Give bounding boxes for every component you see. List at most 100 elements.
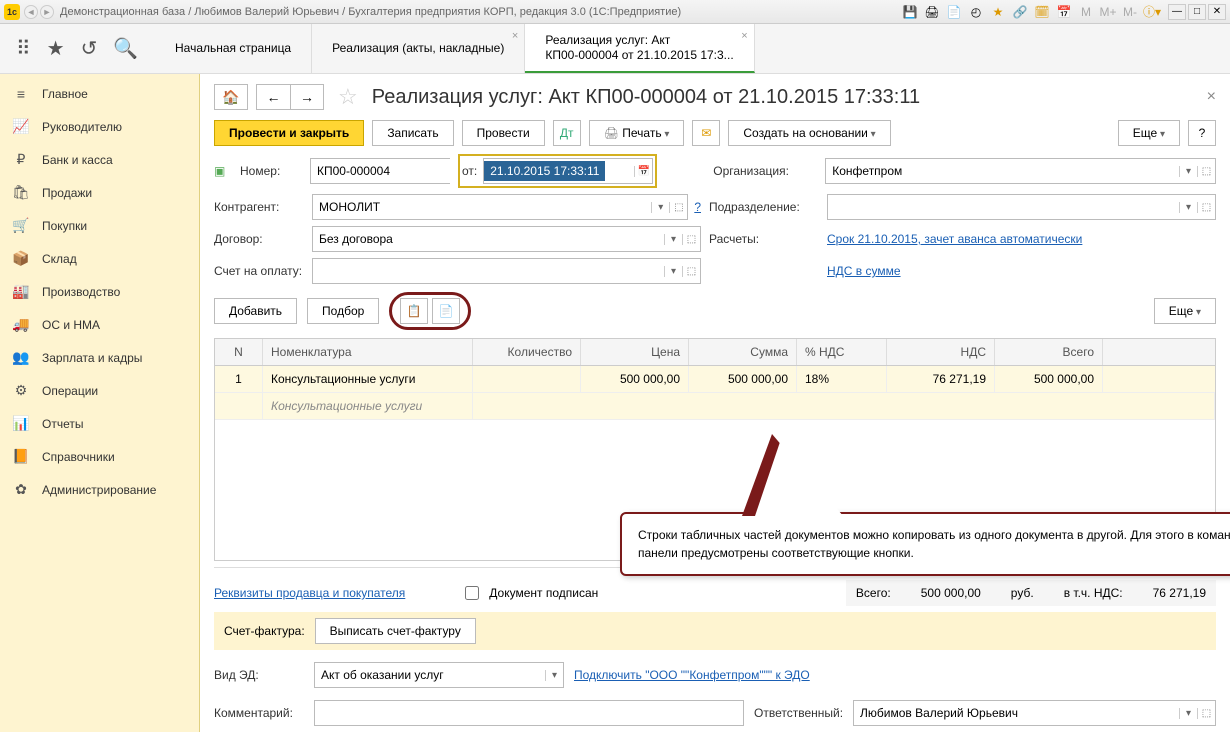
m-plus-icon[interactable]: M+ <box>1100 4 1116 20</box>
link-icon[interactable]: 🔗 <box>1012 4 1028 20</box>
tab-realization[interactable]: Реализация (акты, накладные) × <box>312 24 525 73</box>
edo-connect-link[interactable]: Подключить "ООО ""Конфетпром""" к ЭДО <box>574 668 810 682</box>
col-qty[interactable]: Количество <box>473 339 581 365</box>
invoice-field[interactable]: ▾⬚ <box>312 258 701 284</box>
subdivision-label: Подразделение: <box>709 200 819 214</box>
table-row-sub[interactable]: Консультационные услуги <box>215 393 1215 420</box>
content-area: 🏠 ← → ☆ Реализация услуг: Акт КП00-00000… <box>200 74 1230 732</box>
post-close-button[interactable]: Провести и закрыть <box>214 120 364 146</box>
write-button[interactable]: Записать <box>372 120 453 146</box>
history-icon[interactable]: ↺ <box>81 36 98 61</box>
tab-active-doc[interactable]: Реализация услуг: Акт КП00-000004 от 21.… <box>525 24 754 73</box>
mail-icon[interactable]: ✉ <box>692 120 720 146</box>
compare-icon[interactable]: ◴ <box>968 4 984 20</box>
create-based-button[interactable]: Создать на основании <box>728 120 890 146</box>
sidebar-item-10[interactable]: 📊Отчеты <box>0 407 199 440</box>
sidebar-label: Склад <box>42 252 77 266</box>
signed-checkbox[interactable] <box>465 586 479 600</box>
window-title: Демонстрационная база / Любимов Валерий … <box>60 6 902 18</box>
contragent-field[interactable]: ▾⬚ <box>312 194 688 220</box>
subdivision-field[interactable]: ▾⬚ <box>827 194 1216 220</box>
sidebar-label: Справочники <box>42 450 115 464</box>
save-icon[interactable]: 💾 <box>902 4 918 20</box>
sidebar-icon: ⚙ <box>12 382 30 399</box>
sidebar-item-11[interactable]: 📙Справочники <box>0 440 199 473</box>
apps-icon[interactable]: ⠿ <box>16 36 31 61</box>
sidebar-item-1[interactable]: 📈Руководителю <box>0 110 199 143</box>
sidebar-item-8[interactable]: 👥Зарплата и кадры <box>0 341 199 374</box>
responsible-field[interactable]: ▾⬚ <box>853 700 1216 726</box>
col-sum[interactable]: Сумма <box>689 339 797 365</box>
vat-link[interactable]: НДС в сумме <box>827 264 1216 278</box>
sidebar-item-3[interactable]: 🛍Продажи <box>0 176 199 209</box>
sidebar-item-0[interactable]: ≡Главное <box>0 78 199 110</box>
add-row-button[interactable]: Добавить <box>214 298 297 324</box>
pick-button[interactable]: Подбор <box>307 298 379 324</box>
info-icon[interactable]: ⓘ▾ <box>1144 4 1160 20</box>
contract-label: Договор: <box>214 232 304 246</box>
m-minus-icon[interactable]: M- <box>1122 4 1138 20</box>
col-vatsum[interactable]: НДС <box>887 339 995 365</box>
titlebar: 1c ◄ ► Демонстрационная база / Любимов В… <box>0 0 1230 24</box>
doc-icon[interactable]: 📄 <box>946 4 962 20</box>
responsible-label: Ответственный: <box>754 706 843 720</box>
post-button[interactable]: Провести <box>462 120 545 146</box>
close-icon[interactable]: × <box>512 30 518 42</box>
tooltip-callout: Строки табличных частей документов можно… <box>620 512 1230 576</box>
sidebar-item-7[interactable]: 🚚ОС и НМА <box>0 308 199 341</box>
favorite-icon[interactable]: ★ <box>990 4 1006 20</box>
close-window-button[interactable]: ✕ <box>1208 4 1226 20</box>
m-icon[interactable]: M <box>1078 4 1094 20</box>
ed-type-field[interactable]: ▾ <box>314 662 564 688</box>
col-total[interactable]: Всего <box>995 339 1103 365</box>
requisites-link[interactable]: Реквизиты продавца и покупателя <box>214 586 405 600</box>
history-back-icon[interactable]: ◄ <box>24 5 38 19</box>
copy-rows-icon[interactable]: 📋 <box>400 298 428 324</box>
more-button[interactable]: Еще <box>1118 120 1180 146</box>
print-icon[interactable]: 🖨 <box>924 4 940 20</box>
sidebar-item-9[interactable]: ⚙Операции <box>0 374 199 407</box>
col-vat[interactable]: % НДС <box>797 339 887 365</box>
star-icon[interactable]: ★ <box>47 36 65 61</box>
movements-icon[interactable]: Дт <box>553 120 581 146</box>
table-more-button[interactable]: Еще <box>1154 298 1216 324</box>
contract-field[interactable]: ▾⬚ <box>312 226 701 252</box>
favorite-star-icon[interactable]: ☆ <box>338 84 358 110</box>
maximize-button[interactable]: □ <box>1188 4 1206 20</box>
history-fwd-icon[interactable]: ► <box>40 5 54 19</box>
close-doc-button[interactable]: × <box>1207 88 1216 106</box>
col-price[interactable]: Цена <box>581 339 689 365</box>
contragent-help-icon[interactable]: ? <box>694 200 701 214</box>
table-row[interactable]: 1 Консультационные услуги 500 000,00 500… <box>215 366 1215 393</box>
home-button[interactable]: 🏠 <box>214 84 248 110</box>
date-field[interactable]: 21.10.2015 17:33:11 📅 <box>483 158 653 184</box>
minimize-button[interactable]: — <box>1168 4 1186 20</box>
calc-icon[interactable]: 🗓 <box>1034 4 1050 20</box>
sidebar-label: Продажи <box>42 186 92 200</box>
sidebar-icon: 🚚 <box>12 316 30 333</box>
calendar-icon[interactable]: 📅 <box>1056 4 1072 20</box>
calc-link[interactable]: Срок 21.10.2015, зачет аванса автоматиче… <box>827 232 1216 246</box>
forward-button[interactable]: → <box>290 84 324 110</box>
search-icon[interactable]: 🔍 <box>113 36 138 61</box>
tab-start[interactable]: Начальная страница <box>155 24 312 73</box>
col-n[interactable]: N <box>215 339 263 365</box>
help-icon[interactable]: ? <box>1188 120 1216 146</box>
print-button[interactable]: 🖨 Печать <box>589 120 685 146</box>
org-field[interactable]: ▾⬚ <box>825 158 1216 184</box>
sidebar-item-4[interactable]: 🛒Покупки <box>0 209 199 242</box>
sidebar-item-12[interactable]: ✿Администрирование <box>0 473 199 506</box>
number-field[interactable] <box>310 158 450 184</box>
comment-field[interactable] <box>314 700 744 726</box>
back-button[interactable]: ← <box>256 84 290 110</box>
copy-buttons-highlight: 📋 📄 <box>389 292 471 330</box>
contragent-label: Контрагент: <box>214 200 304 214</box>
calendar-icon[interactable]: 📅 <box>634 166 652 177</box>
close-icon[interactable]: × <box>741 30 747 42</box>
col-nom[interactable]: Номенклатура <box>263 339 473 365</box>
write-invoice-button[interactable]: Выписать счет-фактуру <box>315 618 476 644</box>
paste-rows-icon[interactable]: 📄 <box>432 298 460 324</box>
sidebar-item-2[interactable]: ₽Банк и касса <box>0 143 199 176</box>
sidebar-item-5[interactable]: 📦Склад <box>0 242 199 275</box>
sidebar-item-6[interactable]: 🏭Производство <box>0 275 199 308</box>
